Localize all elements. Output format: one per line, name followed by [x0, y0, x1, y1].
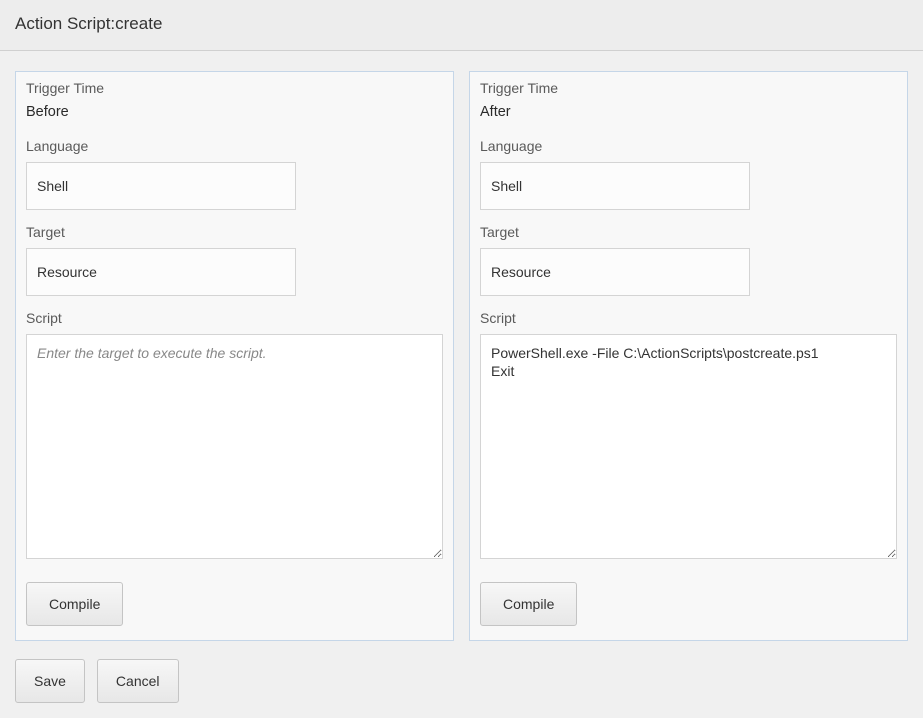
target-label: Target: [26, 224, 443, 240]
language-value: Shell: [37, 178, 68, 194]
panel-after: Trigger Time After Language Shell Target…: [469, 71, 908, 641]
script-label: Script: [480, 310, 897, 326]
script-textarea[interactable]: [480, 334, 897, 559]
page-header: Action Script:create: [0, 0, 923, 51]
page-title: Action Script:create: [15, 14, 908, 34]
language-select[interactable]: Shell: [480, 162, 750, 210]
target-select[interactable]: Resource: [26, 248, 296, 296]
panel-before: Trigger Time Before Language Shell Targe…: [15, 71, 454, 641]
language-select[interactable]: Shell: [26, 162, 296, 210]
target-select[interactable]: Resource: [480, 248, 750, 296]
language-label: Language: [480, 138, 897, 154]
save-button[interactable]: Save: [15, 659, 85, 703]
target-value: Resource: [37, 264, 97, 280]
page-content: Trigger Time Before Language Shell Targe…: [0, 51, 923, 718]
target-label: Target: [480, 224, 897, 240]
language-label: Language: [26, 138, 443, 154]
script-textarea[interactable]: [26, 334, 443, 559]
compile-button[interactable]: Compile: [480, 582, 577, 626]
cancel-button[interactable]: Cancel: [97, 659, 179, 703]
trigger-time-value: After: [480, 104, 897, 120]
compile-button[interactable]: Compile: [26, 582, 123, 626]
footer-buttons: Save Cancel: [15, 659, 908, 703]
trigger-time-label: Trigger Time: [26, 80, 443, 96]
panels-row: Trigger Time Before Language Shell Targe…: [15, 71, 908, 641]
trigger-time-label: Trigger Time: [480, 80, 897, 96]
language-value: Shell: [491, 178, 522, 194]
target-value: Resource: [491, 264, 551, 280]
trigger-time-value: Before: [26, 104, 443, 120]
script-label: Script: [26, 310, 443, 326]
